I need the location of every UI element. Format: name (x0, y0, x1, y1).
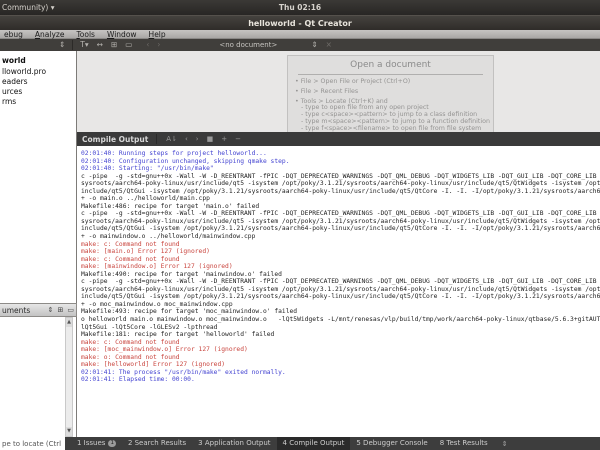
open-documents-header[interactable]: uments ⇕ ⊞ ▭ (0, 303, 77, 317)
compile-output-log[interactable]: 02:01:40: Running steps for project hell… (77, 146, 600, 437)
close-pane-icon[interactable]: − (231, 132, 245, 146)
editor-area: Open a document • File > Open File or Pr… (77, 51, 600, 132)
compile-output-line: + -o mainwindow.o ../helloworld/mainwind… (81, 233, 600, 241)
project-tree-item[interactable]: rms (0, 97, 76, 107)
prev-item-icon[interactable]: ‹ (181, 132, 192, 146)
project-tree-item[interactable]: eaders (0, 77, 76, 87)
compile-output-line: make: c: Command not found (81, 241, 600, 249)
output-pane-tab[interactable]: 8 Test Results (434, 437, 494, 450)
compile-output-line: make: o: Command not found (81, 354, 600, 362)
project-tree-panel: world lloworld.pro eaders urces rms (0, 51, 77, 303)
compile-output-line: make: c: Command not found (81, 256, 600, 264)
compile-output-line: sysroots/aarch64-poky-linux/usr/include/… (81, 180, 600, 188)
menu-item[interactable]: Help (145, 30, 174, 39)
compile-output-line: o helloworld main.o mainwindow.o moc_mai… (81, 316, 600, 324)
project-tree-item[interactable]: world (0, 51, 76, 67)
compile-output-header: Compile Output A⇂ ‹ › ■ + − (77, 132, 600, 146)
project-tree-item[interactable]: lloworld.pro (0, 67, 76, 77)
filter-icon[interactable]: T▾ (76, 39, 92, 51)
forward-icon[interactable]: › (153, 39, 164, 51)
compile-output-line: c -pipe -g -std=gnu++0x -Wall -W -D_REEN… (81, 210, 600, 218)
menu-item[interactable]: ebug (0, 30, 31, 39)
header-divider (156, 134, 157, 144)
output-pane-tab[interactable]: 4 Compile Output (277, 437, 351, 450)
splitter-arrows-icon[interactable]: ⇕ (55, 39, 69, 51)
open-documents-scrollbar[interactable]: ▲ ▼ (65, 317, 73, 437)
compile-output-line: make: [helloworld] Error 127 (ignored) (81, 361, 600, 369)
pane-split-icon[interactable]: ⊞ (56, 306, 66, 314)
output-pane-tabs: 1 Issues1 2 Search Results 3 Application… (71, 437, 494, 450)
compile-output-line: 02:01:40: Starting: "/usr/bin/make" (81, 165, 600, 173)
scroll-up-icon[interactable]: ▲ (66, 318, 72, 327)
split-icon[interactable]: ⊞ (107, 39, 121, 51)
ubuntu-top-panel: Community) ▾ Thu 02:16 (0, 0, 600, 15)
next-item-icon[interactable]: › (192, 132, 203, 146)
hint-line: • File > Open File or Project (Ctrl+O) (288, 79, 493, 86)
menu-bar: ebug Analyze Tools Window Help (0, 30, 600, 39)
compile-output-line: sysroots/aarch64-poky-linux/usr/include/… (81, 218, 600, 226)
compile-output-line: sysroots/aarch64-poky-linux/usr/include/… (81, 286, 600, 294)
back-icon[interactable]: ‹ (142, 39, 153, 51)
scroll-down-icon[interactable]: ▼ (66, 427, 72, 436)
document-selector[interactable]: <no document> (164, 41, 307, 49)
compile-output-line: 02:01:40: Running steps for project hell… (81, 150, 600, 158)
hint-line: • File > Recent Files (288, 89, 493, 96)
maximize-pane-icon[interactable]: + (217, 132, 231, 146)
output-pane-tab[interactable]: 2 Search Results (122, 437, 192, 450)
clock[interactable]: Thu 02:16 (0, 3, 600, 12)
compile-output-line: + -o main.o ../helloworld/main.cpp (81, 195, 600, 203)
qt-creator-window: Community) ▾ Thu 02:16 helloworld - Qt C… (0, 0, 600, 450)
toolbar-divider (72, 40, 73, 50)
compile-output-line: 02:01:41: Elapsed time: 00:00. (81, 376, 600, 384)
output-pane-tab[interactable]: 1 Issues1 (71, 437, 122, 450)
link-icon[interactable]: ↔ (93, 39, 107, 51)
compile-output-line: include/qt5/QtGui -isystem /opt/poky/3.1… (81, 188, 600, 196)
sort-icon[interactable]: A⇂ (162, 132, 181, 146)
hint-panel-divider (298, 74, 483, 75)
project-tree-item[interactable]: urces (0, 87, 76, 97)
open-document-hint-panel: Open a document • File > Open File or Pr… (287, 55, 494, 132)
compile-output-line: include/qt5/QtGui -isystem /opt/poky/3.1… (81, 293, 600, 301)
document-combo-icon[interactable]: ⇕ (307, 39, 321, 51)
output-pane-tab[interactable]: 3 Application Output (192, 437, 276, 450)
compile-output-line: Makefile:181: recipe for target 'hellowo… (81, 331, 600, 339)
menu-item[interactable]: Analyze (31, 30, 73, 39)
compile-output-line: Makefile:486: recipe for target 'main.o'… (81, 203, 600, 211)
editor-toolbar: ⇕ T▾ ↔ ⊞ ▭ ‹ › <no document> ⇕ × (0, 39, 600, 51)
status-bar: 1 Issues1 2 Search Results 3 Application… (0, 437, 600, 450)
compile-output-line: make: c: Command not found (81, 339, 600, 347)
compile-output-line: make: [main.o] Error 127 (ignored) (81, 248, 600, 256)
compile-output-line: 02:01:41: The process "/usr/bin/make" ex… (81, 369, 600, 377)
stop-icon[interactable]: ■ (203, 132, 218, 146)
close-split-icon[interactable]: ▭ (121, 39, 136, 51)
window-title: helloworld - Qt Creator (248, 19, 352, 28)
compile-output-line: lQt5Gui -lQt5Core -lGLESv2 -lpthread (81, 324, 600, 332)
hint-panel-title: Open a document (288, 60, 493, 70)
open-documents-title: uments (0, 306, 46, 315)
open-documents-list: ▲ ▼ (0, 317, 77, 437)
compile-output-line: + -o moc_mainwindow.o moc_mainwindow.cpp (81, 301, 600, 309)
pane-selector-combo-icon[interactable]: ⇕ (502, 440, 508, 448)
compile-output-line: make: [mainwindow.o] Error 127 (ignored) (81, 263, 600, 271)
compile-output-line: c -pipe -g -std=gnu++0x -Wall -W -D_REEN… (81, 278, 600, 286)
locator-input[interactable] (0, 437, 65, 450)
pane-close-icon[interactable]: ▭ (65, 306, 76, 314)
compile-output-line: Makefile:493: recipe for target 'moc_mai… (81, 308, 600, 316)
compile-output-line: include/qt5/QtGui -isystem /opt/poky/3.1… (81, 225, 600, 233)
compile-output-line: Makefile:490: recipe for target 'mainwin… (81, 271, 600, 279)
compile-output-title: Compile Output (77, 135, 156, 144)
hint-panel-lines: • File > Open File or Project (Ctrl+O) •… (288, 79, 493, 132)
window-title-bar[interactable]: helloworld - Qt Creator (0, 15, 600, 30)
compile-output-line: c -pipe -g -std=gnu++0x -Wall -W -D_REEN… (81, 173, 600, 181)
menu-item[interactable]: Tools (72, 30, 102, 39)
compile-output-line: make: [moc_mainwindow.o] Error 127 (igno… (81, 346, 600, 354)
issues-count-badge: 1 (108, 440, 116, 447)
menu-item[interactable]: Window (103, 30, 145, 39)
output-pane-tab[interactable]: 5 Debugger Console (350, 437, 433, 450)
pane-combo-icon[interactable]: ⇕ (46, 306, 56, 314)
compile-output-line: 02:01:40: Configuration unchanged, skipp… (81, 158, 600, 166)
close-document-icon[interactable]: × (322, 39, 336, 51)
